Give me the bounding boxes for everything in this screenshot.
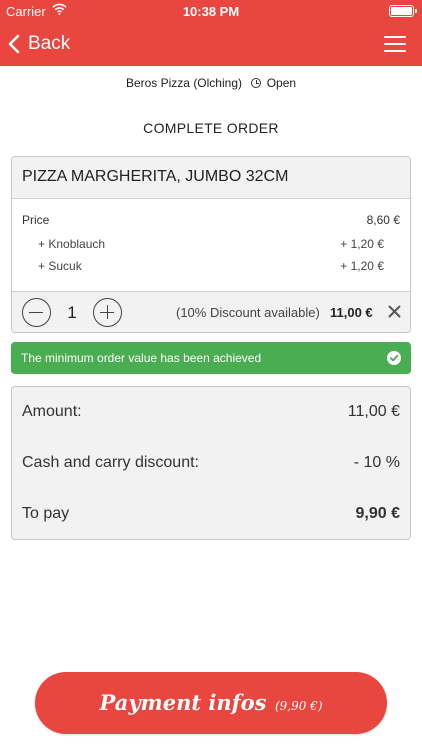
restaurant-status: Open <box>266 76 297 90</box>
price-label: Price <box>22 213 50 227</box>
line-total: 11,00 € <box>330 305 373 320</box>
quantity-bar: 1 (10% Discount available) 11,00 € <box>12 291 410 332</box>
payment-button-amount: (9,90 €) <box>274 699 323 713</box>
clock-time: 10:38 PM <box>182 4 240 19</box>
extra-label: + Sucuk <box>38 259 82 273</box>
payment-infos-button[interactable]: Payment infos (9,90 €) <box>35 672 387 734</box>
item-name: PIZZA MARGHERITA, JUMBO 32CM <box>12 157 410 199</box>
summary-label: Amount: <box>22 403 82 420</box>
payment-button-label: Payment infos <box>99 690 267 715</box>
extra-value: + 1,20 € <box>340 259 384 273</box>
battery-icon <box>389 5 417 17</box>
restaurant-name: Beros Pizza (Olching) <box>125 76 242 90</box>
order-summary: Amount: 11,00 € Cash and carry discount:… <box>11 386 411 540</box>
navigation-bar: Back <box>0 22 422 66</box>
extra-label: + Knoblauch <box>38 237 106 251</box>
increase-quantity-button[interactable] <box>93 298 122 327</box>
summary-label: Cash and carry discount: <box>22 454 199 471</box>
quantity-value: 1 <box>67 303 77 322</box>
summary-label: To pay <box>22 505 70 522</box>
status-bar: Carrier 10:38 PM <box>0 0 422 22</box>
banner-message: The minimum order value has been achieve… <box>21 351 262 365</box>
back-button[interactable]: Back <box>8 30 70 58</box>
minimum-order-banner: The minimum order value has been achieve… <box>11 342 411 374</box>
decrease-quantity-button[interactable] <box>22 298 51 327</box>
price-value: 8,60 € <box>366 213 400 227</box>
back-label: Back <box>28 33 71 54</box>
close-icon[interactable] <box>388 305 401 318</box>
summary-value: - 10 % <box>353 454 400 471</box>
discount-note: (10% Discount available) <box>176 305 320 320</box>
summary-value: 9,90 € <box>355 505 400 522</box>
check-circle-icon <box>387 351 401 365</box>
hamburger-menu-icon[interactable] <box>384 34 406 54</box>
chevron-left-icon <box>8 34 20 54</box>
page-title: COMPLETE ORDER <box>143 120 279 136</box>
summary-value: 11,00 € <box>347 403 400 420</box>
clock-icon <box>251 78 262 88</box>
order-item-card: PIZZA MARGHERITA, JUMBO 32CM Price 8,60 … <box>11 156 411 333</box>
restaurant-info: Beros Pizza (Olching) Open <box>0 76 422 90</box>
minus-icon <box>29 311 43 313</box>
extra-value: + 1,20 € <box>340 237 384 251</box>
